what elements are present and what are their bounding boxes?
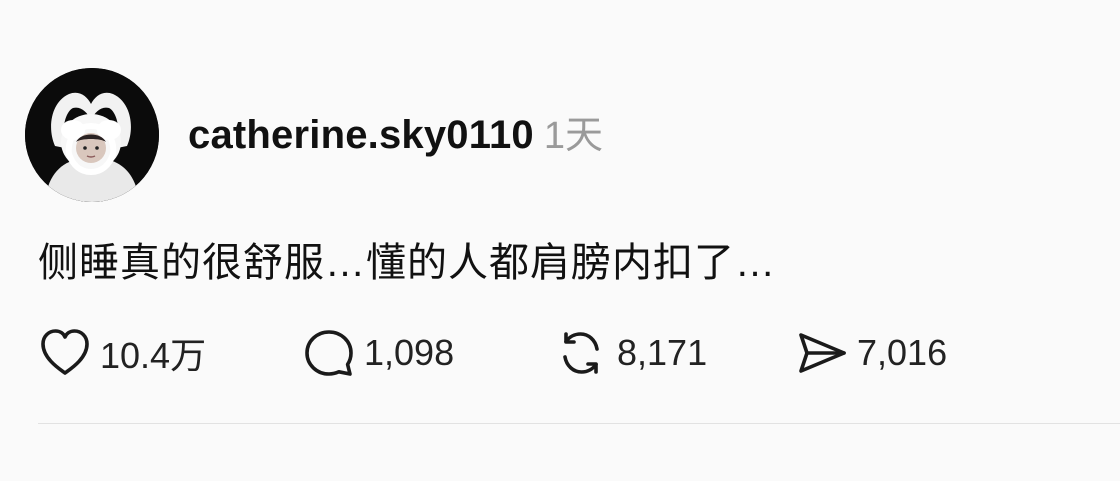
post-timestamp: 1天: [543, 115, 604, 157]
post-header: catherine.sky0110 1天: [188, 104, 603, 159]
avatar-photo: [25, 68, 159, 202]
divider: [38, 423, 1120, 424]
username-link[interactable]: catherine.sky0110: [188, 113, 534, 158]
send-icon: [799, 333, 846, 373]
action-bar: 10.4万 1,098 8,171 7,016: [38, 327, 1098, 379]
repost-count: 8,171: [617, 332, 708, 373]
comment-button[interactable]: 1,098: [302, 327, 454, 379]
heart-icon: [41, 329, 89, 375]
avatar[interactable]: [25, 68, 159, 202]
share-count: 7,016: [857, 332, 948, 373]
comment-count: 1,098: [364, 332, 455, 373]
post-content: 侧睡真的很舒服…懂的人都肩膀内扣了…: [38, 241, 776, 285]
post-card: catherine.sky0110 1天 侧睡真的很舒服…懂的人都肩膀内扣了… …: [0, 0, 1120, 481]
comment-bubble-icon: [305, 330, 353, 376]
repost-button[interactable]: 8,171: [553, 327, 707, 379]
like-count: 10.4万: [100, 335, 207, 376]
like-button[interactable]: 10.4万: [38, 327, 206, 379]
share-button[interactable]: 7,016: [795, 327, 947, 379]
repost-icon: [563, 332, 599, 374]
